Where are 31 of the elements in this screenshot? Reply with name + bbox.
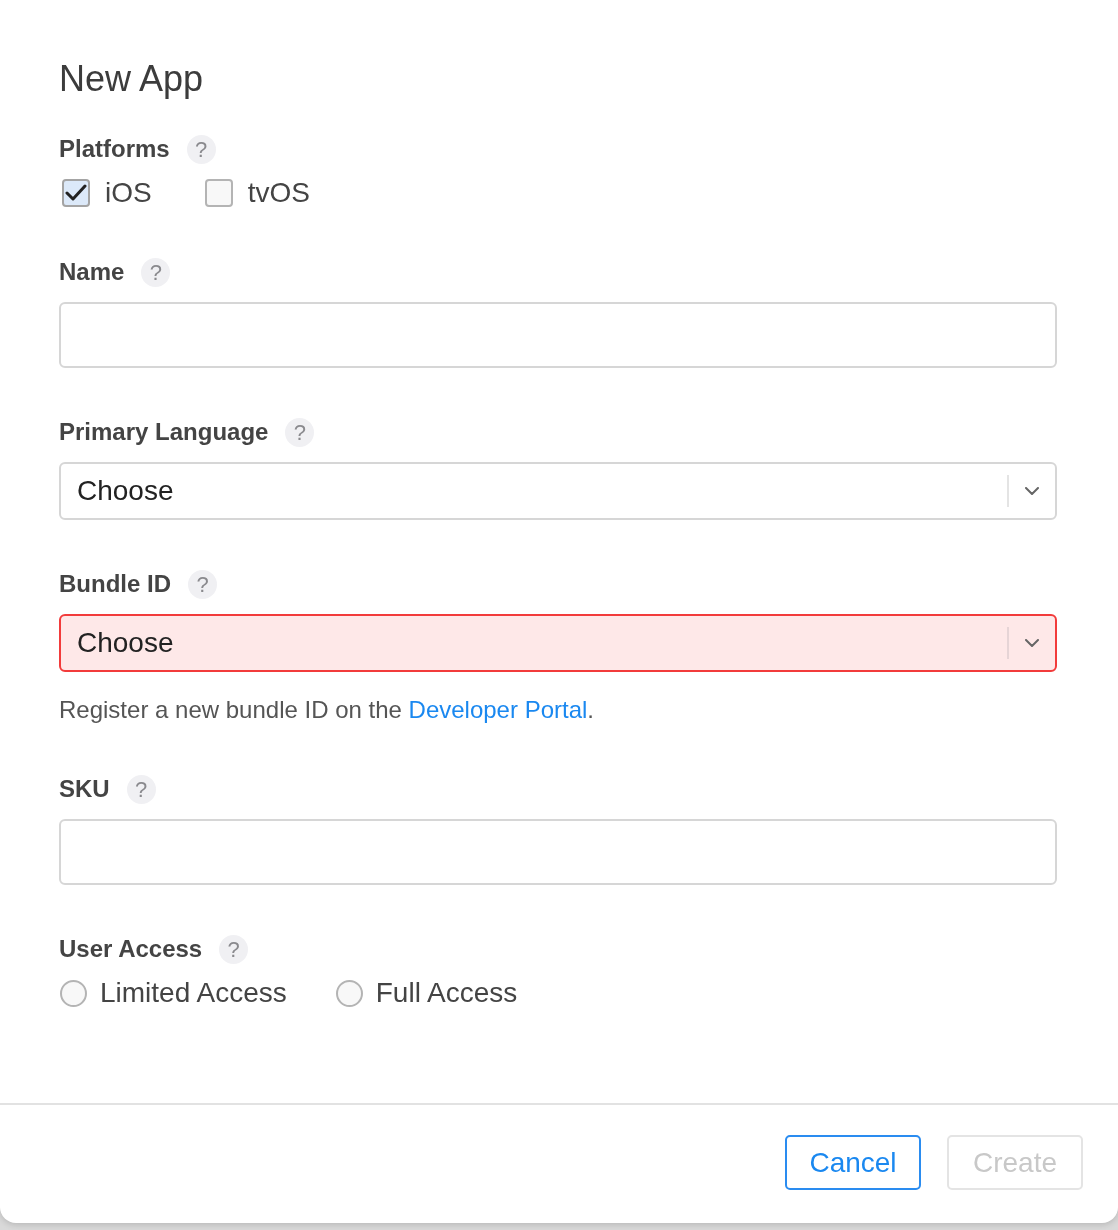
- radio-label: Full Access: [375, 978, 518, 1008]
- dialog-button[interactable]: Cancel: [785, 1135, 921, 1190]
- dropdown-select[interactable]: Choose: [59, 462, 1057, 520]
- radio-button[interactable]: [60, 979, 87, 1007]
- chevron-down-icon: [1025, 487, 1039, 495]
- checkbox-label: iOS: [105, 178, 152, 208]
- help-button[interactable]: ?: [219, 934, 249, 964]
- help-button[interactable]: ?: [186, 134, 216, 164]
- developer-portal-link[interactable]: Developer Portal: [408, 696, 588, 723]
- field-label: Platforms: [59, 134, 170, 164]
- text-input-field[interactable]: [59, 302, 1057, 368]
- field-label: SKU: [59, 774, 110, 804]
- field-label: Bundle ID: [59, 569, 171, 599]
- dropdown-select[interactable]: Choose: [59, 614, 1057, 672]
- radio-label: Limited Access: [100, 978, 287, 1008]
- checkbox[interactable]: [62, 179, 90, 207]
- field-label: Name: [59, 257, 125, 287]
- checkmark-icon: [65, 184, 87, 202]
- radio-button[interactable]: [335, 979, 363, 1007]
- help-text: Register a new bundle ID on the Developer Portal.: [59, 695, 595, 725]
- help-button[interactable]: ?: [126, 774, 156, 804]
- field-label: User Access: [59, 934, 203, 964]
- text-input-field[interactable]: [59, 819, 1057, 885]
- checkbox-label: tvOS: [247, 178, 310, 208]
- help-button[interactable]: ?: [188, 569, 217, 599]
- field-label: Primary Language: [59, 417, 269, 447]
- checkbox[interactable]: [204, 179, 233, 207]
- help-button[interactable]: ?: [141, 257, 171, 287]
- chevron-down-icon: [1025, 639, 1039, 647]
- dialog-title: New App: [59, 57, 205, 101]
- help-button[interactable]: ?: [285, 417, 315, 447]
